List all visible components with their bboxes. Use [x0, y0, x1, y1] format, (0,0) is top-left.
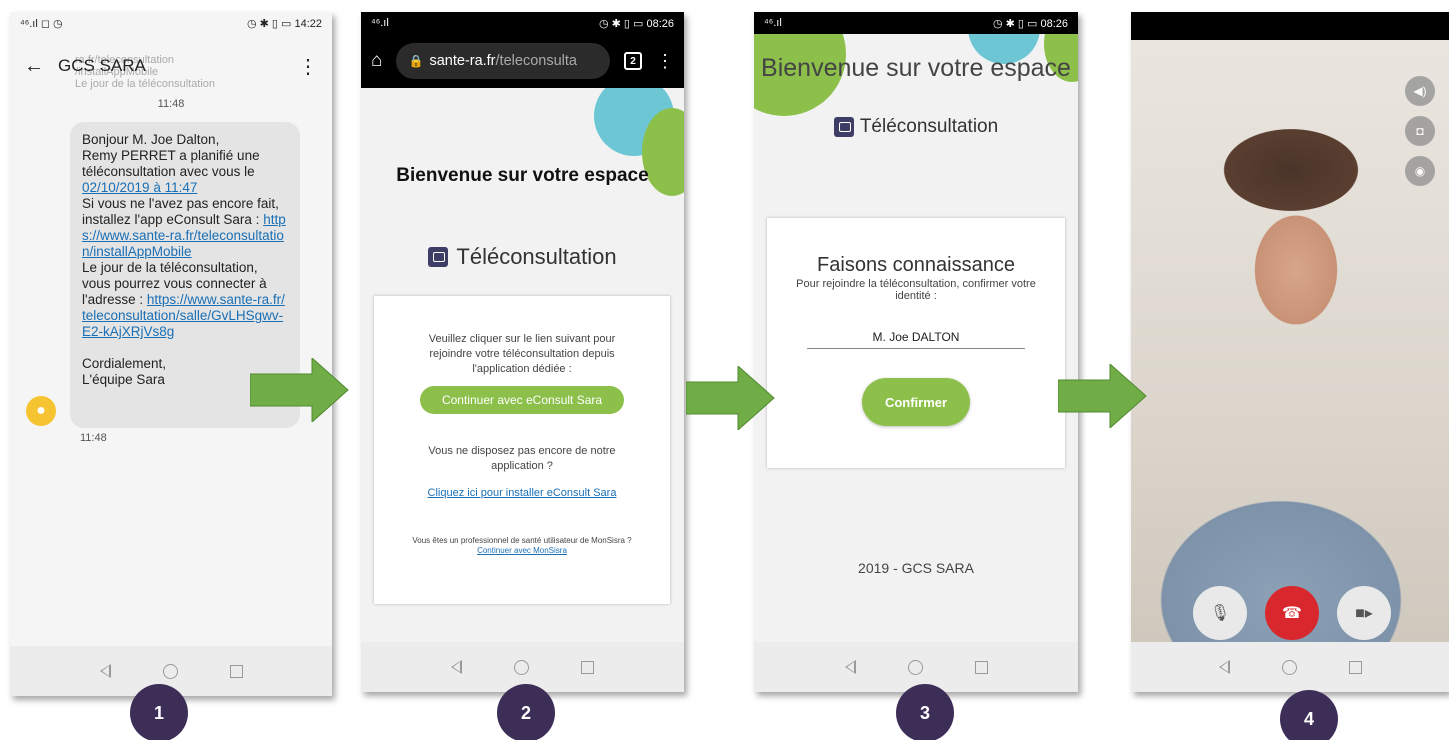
contact-name: GCS SARA: [58, 56, 146, 75]
confirm-button[interactable]: Confirmer: [862, 378, 970, 426]
phone-browser: ⁴⁶.ıl ◷ ✱ ▯ ▭ 08:26 ⌂ 🔒 sante-ra.fr/tele…: [361, 12, 684, 692]
url-host: sante-ra.fr: [429, 53, 496, 69]
status-right: ◷ ✱ ▯ ▭ 14:22: [246, 17, 322, 30]
step-badge-3: 3: [896, 684, 954, 740]
identity-card: Faisons connaissance Pour rejoindre la t…: [767, 218, 1065, 468]
step-badge-2: 2: [497, 684, 555, 740]
phone-sms: ⁴⁶.ıl ◻ ◷ ◷ ✱ ▯ ▭ 14:22 ra.fr/teleconsul…: [10, 12, 332, 696]
message-text: Bonjour M. Joe Dalton, Remy PERRET a pla…: [82, 132, 260, 179]
arrow-right-icon: [686, 366, 775, 430]
tutorial-stage: ⁴⁶.ıl ◻ ◷ ◷ ✱ ▯ ▭ 14:22 ra.fr/teleconsul…: [0, 0, 1449, 740]
back-arrow-icon[interactable]: ←: [24, 55, 44, 78]
more-vert-icon[interactable]: ⋮: [298, 54, 318, 79]
teleconsultation-brand: Téléconsultation: [754, 116, 1078, 138]
nav-recents-icon[interactable]: [1348, 660, 1362, 674]
status-right: ◷ ✱ ▯ ▭ 08:26: [992, 17, 1068, 30]
nav-bar: [1131, 642, 1449, 692]
browser-toolbar: ⌂ 🔒 sante-ra.fr/teleconsulta 2 ⋮: [361, 34, 684, 88]
phone-identity: ⁴⁶.ıl ◷ ✱ ▯ ▭ 08:26 Bienvenue sur votre …: [754, 12, 1078, 692]
nav-home-icon[interactable]: [514, 659, 529, 675]
url-path: /teleconsulta: [495, 53, 577, 69]
status-left: ⁴⁶.ıl: [371, 17, 389, 29]
hang-up-icon[interactable]: ☎: [1265, 586, 1319, 640]
name-field[interactable]: M. Joe DALTON: [807, 330, 1025, 349]
video-feed: ◀) ◘ ◉: [1131, 40, 1449, 642]
nav-home-icon[interactable]: [907, 659, 923, 675]
camera-switch-icon[interactable]: ◘: [1405, 116, 1435, 146]
decor-blobs: [594, 88, 684, 196]
home-icon[interactable]: ⌂: [371, 50, 382, 72]
nav-back-icon[interactable]: [99, 664, 111, 678]
nav-back-icon[interactable]: [844, 660, 856, 674]
nav-recents-icon[interactable]: [581, 660, 594, 674]
install-econsult-link[interactable]: Cliquez ici pour installer eConsult Sara: [428, 487, 617, 499]
address-bar[interactable]: 🔒 sante-ra.fr/teleconsulta: [396, 43, 610, 79]
status-bar: ⁴⁶.ıl ◷ ✱ ▯ ▭ 08:26: [754, 12, 1078, 34]
teleconsultation-label: Téléconsultation: [859, 116, 999, 137]
lock-icon: 🔒: [408, 54, 424, 68]
sms-header: ← GCS SARA ⋮: [10, 46, 332, 86]
arrow-right-icon: [1058, 364, 1147, 428]
microphone-icon[interactable]: 🎙: [1193, 586, 1247, 640]
message-time: 11:48: [157, 98, 185, 110]
status-right: ◷ ✱ ▯ ▭ 08:26: [598, 17, 674, 30]
nav-recents-icon[interactable]: [229, 664, 243, 678]
footer-text: 2019 - GCS SARA: [858, 560, 974, 576]
continue-econsult-button[interactable]: Continuer avec eConsult Sara: [420, 386, 624, 414]
tab-switcher-icon[interactable]: 2: [624, 52, 642, 70]
message-date-link[interactable]: 02/10/2019 à 11:47: [82, 180, 197, 195]
no-app-text: Vous ne disposez pas encore de notre app…: [428, 445, 616, 472]
nav-home-icon[interactable]: [1281, 659, 1297, 675]
join-instruction: Veuillez cliquer sur le lien suivant pou…: [428, 333, 616, 375]
welcome-title: Bienvenue sur votre espace: [396, 165, 649, 186]
status-bar: ⁴⁶.ıl ◷ ✱ ▯ ▭ 08:26: [361, 12, 684, 34]
pro-text: Vous êtes un professionnel de santé util…: [412, 536, 632, 545]
teleconsultation-brand: Téléconsultation: [361, 244, 684, 270]
teleconsultation-icon: [428, 247, 449, 267]
video-camera-icon[interactable]: ■▸: [1337, 586, 1391, 640]
status-left: ⁴⁶.ıl ◻ ◷: [20, 17, 63, 30]
more-vert-icon[interactable]: ⋮: [656, 51, 674, 72]
step-badge-4: 4: [1280, 690, 1338, 740]
arrow-right-icon: [250, 358, 349, 422]
status-bar: ⁴⁶.ıl ◻ ◷ ◷ ✱ ▯ ▭ 14:22: [10, 12, 332, 34]
message-time-bottom: 11:48: [80, 432, 107, 444]
join-card: Veuillez cliquer sur le lien suivant pou…: [374, 296, 670, 604]
teleconsultation-label: Téléconsultation: [456, 244, 617, 269]
contact-avatar-icon: ●: [26, 396, 56, 426]
identity-subtext: Pour rejoindre la téléconsultation, conf…: [796, 278, 1036, 302]
speaker-icon[interactable]: ◀): [1405, 76, 1435, 106]
status-left: ⁴⁶.ıl: [764, 17, 782, 29]
nav-back-icon[interactable]: [451, 660, 462, 674]
nav-back-icon[interactable]: [1218, 660, 1230, 674]
phone-video-call: ◀) ◘ ◉ 🎙 ☎ ■▸: [1131, 12, 1449, 692]
welcome-title: Bienvenue sur votre espace: [761, 54, 1071, 82]
monsisra-link[interactable]: Continuer avec MonSisra: [410, 546, 634, 556]
identity-heading: Faisons connaissance: [817, 254, 1015, 276]
nav-home-icon[interactable]: [162, 663, 178, 679]
teleconsultation-icon: [833, 117, 854, 137]
step-badge-1: 1: [130, 684, 188, 740]
message-mid: Si vous ne l'avez pas encore fait, insta…: [82, 196, 279, 227]
eye-icon[interactable]: ◉: [1405, 156, 1435, 186]
nav-recents-icon[interactable]: [974, 660, 988, 674]
